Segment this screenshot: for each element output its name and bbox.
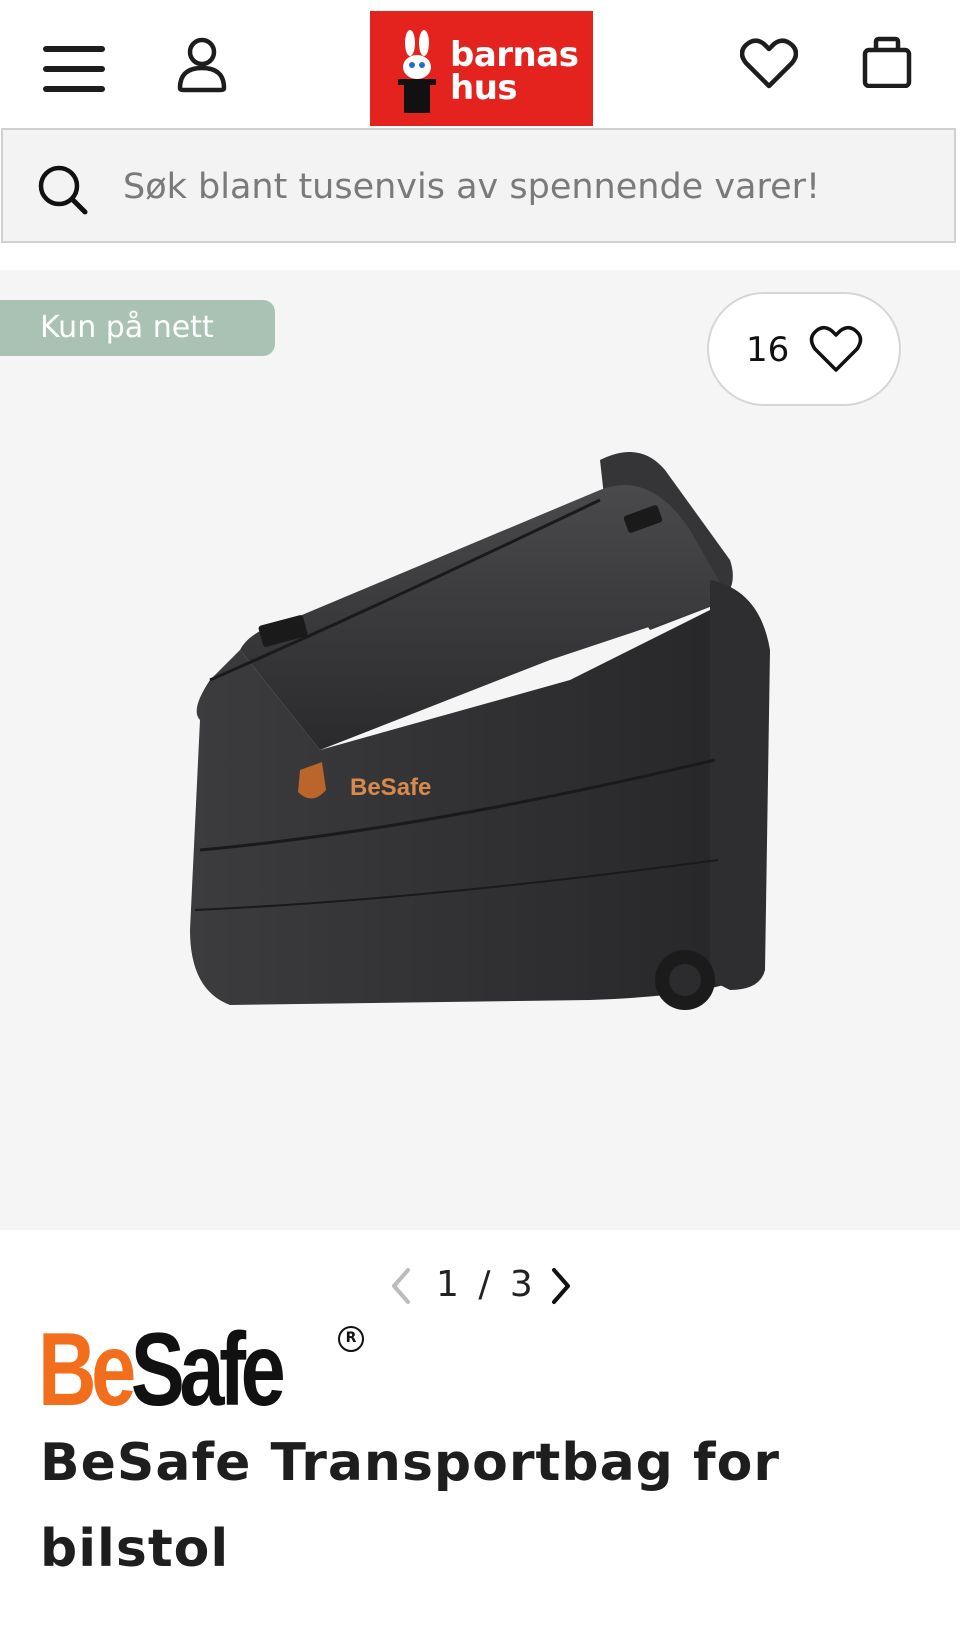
- heart-icon: [809, 326, 863, 372]
- favorite-count: 16: [746, 330, 790, 370]
- barnas-hus-logo[interactable]: barnas hus: [370, 11, 593, 126]
- logo-line-2: hus: [450, 68, 518, 108]
- user-icon[interactable]: [176, 36, 228, 94]
- menu-icon[interactable]: [43, 46, 105, 92]
- brand-part-1: Be: [38, 1312, 136, 1428]
- pager-text: 1 / 3: [436, 1264, 537, 1305]
- bag-logo-text: BeSafe: [350, 774, 431, 801]
- online-only-badge: Kun på nett: [0, 300, 275, 356]
- site-header: barnas hus: [0, 0, 960, 126]
- menu-line: [43, 86, 105, 92]
- brand-part-2: Safe: [130, 1312, 286, 1428]
- brand-logo[interactable]: BeSafe R: [38, 1318, 378, 1422]
- product-image[interactable]: BeSafe: [170, 430, 800, 1030]
- wishlist-heart-icon[interactable]: [740, 38, 798, 90]
- brand-name: BeSafe: [38, 1318, 286, 1422]
- product-gallery: Kun på nett 16 BeSafe: [0, 270, 960, 1230]
- chevron-right-icon[interactable]: [546, 1264, 576, 1308]
- search-input[interactable]: [121, 158, 925, 216]
- chevron-left-icon[interactable]: [386, 1264, 416, 1308]
- search-icon[interactable]: [37, 164, 89, 216]
- shopping-bag-icon[interactable]: [862, 36, 912, 88]
- logo-text: barnas hus: [450, 38, 579, 108]
- product-title: BeSafe Transportbag for bilstol: [40, 1433, 780, 1579]
- image-pager: 1 / 3: [380, 1258, 590, 1314]
- registered-mark: R: [338, 1326, 364, 1352]
- menu-line: [43, 66, 105, 72]
- search-bar: [1, 128, 956, 243]
- menu-line: [43, 46, 105, 52]
- bunny-hat-icon: [398, 30, 436, 113]
- favorite-button[interactable]: 16: [707, 292, 901, 406]
